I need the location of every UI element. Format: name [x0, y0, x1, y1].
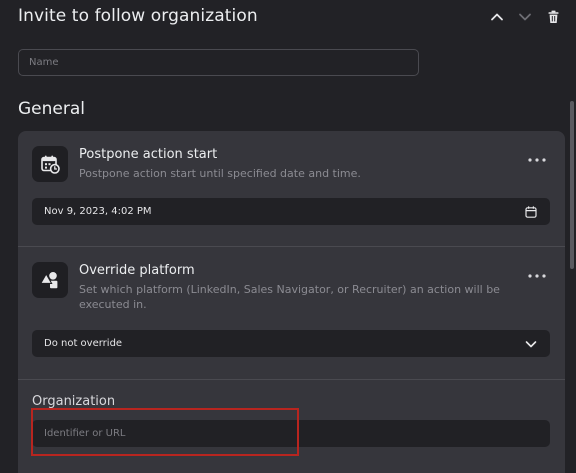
chevron-down-icon [524, 337, 538, 351]
calendar-clock-icon [32, 146, 68, 182]
override-platform-description: Set which platform (LinkedIn, Sales Navi… [79, 283, 500, 311]
organization-label: Organization [32, 394, 116, 409]
scrollbar-thumb[interactable] [570, 101, 574, 269]
calendar-icon [524, 205, 538, 219]
page-title: Invite to follow organization [18, 6, 258, 26]
more-options-icon[interactable] [527, 271, 547, 281]
postpone-title: Postpone action start [79, 147, 218, 162]
shapes-icon [32, 262, 68, 298]
organization-input[interactable] [32, 420, 550, 447]
override-platform-card: Override platform Set which platform (Li… [18, 247, 565, 379]
platform-select-value: Do not override [44, 338, 123, 349]
name-input[interactable] [18, 49, 419, 76]
settings-panel: Postpone action start Postpone action st… [18, 131, 565, 473]
header-actions [488, 8, 562, 26]
override-platform-title: Override platform [79, 263, 195, 278]
chevron-up-icon[interactable] [488, 8, 506, 26]
trash-icon[interactable] [544, 8, 562, 26]
section-title-general: General [18, 99, 85, 119]
postpone-datetime-value: Nov 9, 2023, 4:02 PM [44, 206, 152, 217]
postpone-description: Postpone action start until specified da… [79, 167, 361, 180]
postpone-datetime-field[interactable]: Nov 9, 2023, 4:02 PM [32, 198, 550, 225]
chevron-down-icon[interactable] [516, 8, 534, 26]
postpone-action-card: Postpone action start Postpone action st… [18, 131, 565, 246]
platform-select[interactable]: Do not override [32, 330, 550, 357]
more-options-icon[interactable] [527, 155, 547, 165]
organization-card: Organization [18, 380, 565, 473]
